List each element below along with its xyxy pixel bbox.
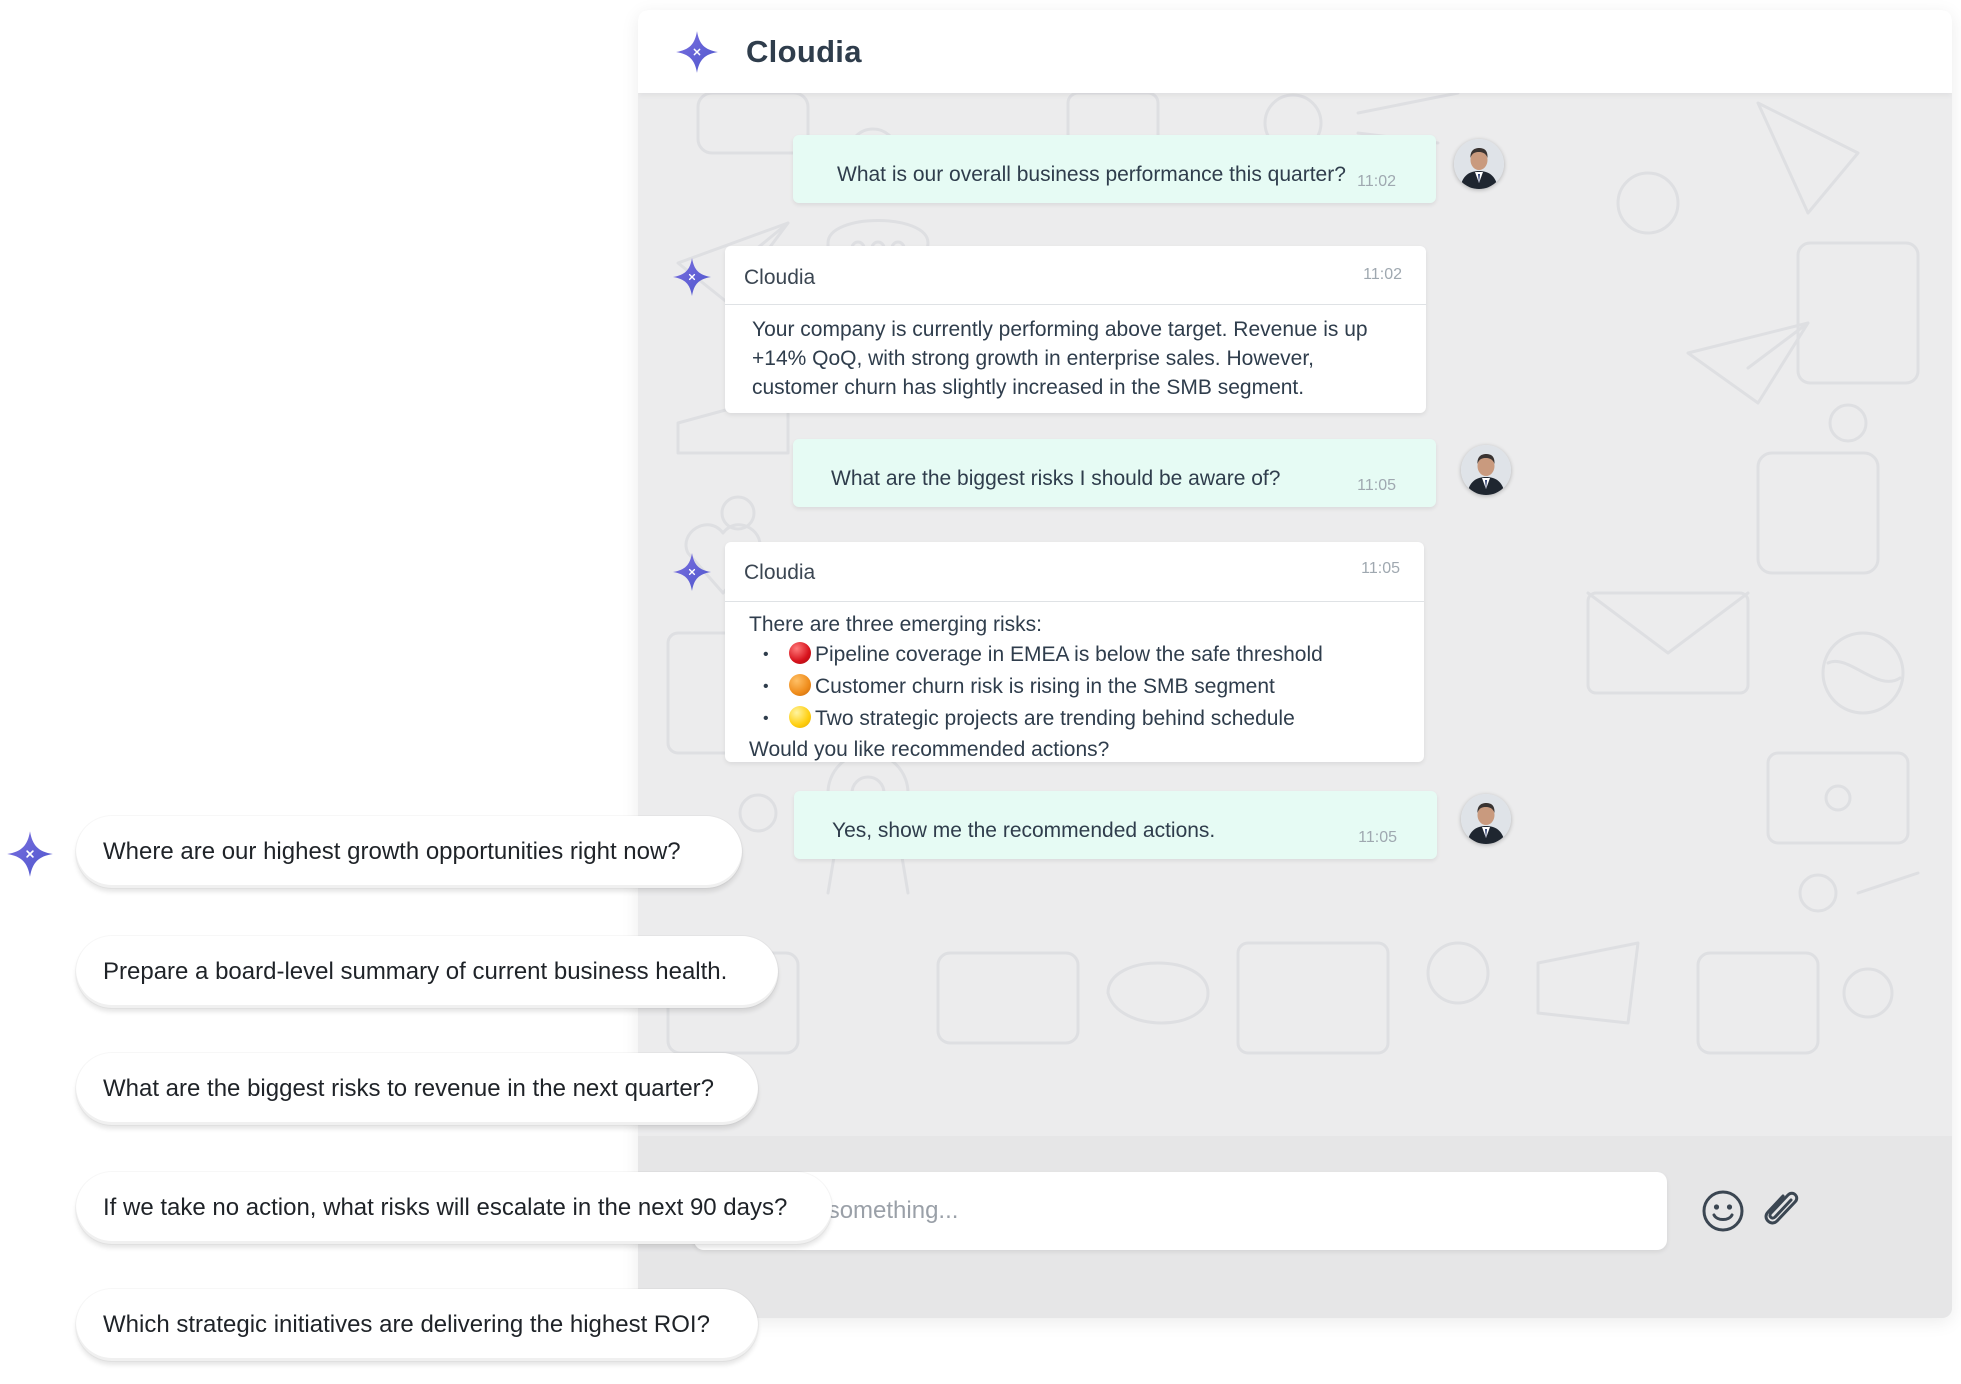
avatar[interactable] bbox=[1461, 794, 1511, 844]
suggestion-chip[interactable]: Which strategic initiatives are deliveri… bbox=[76, 1289, 758, 1361]
chat-header: Cloudia bbox=[638, 10, 1952, 93]
message-input[interactable] bbox=[694, 1172, 1667, 1250]
message-sender: Cloudia bbox=[744, 561, 816, 584]
four-point-star-icon bbox=[672, 257, 712, 297]
red-circle-icon bbox=[789, 642, 811, 664]
orange-circle-icon bbox=[789, 674, 811, 696]
message-outro: Would you like recommended actions? bbox=[749, 738, 1110, 761]
message-text: What is our overall business performance… bbox=[837, 163, 1346, 186]
risk-list: • Pipeline coverage in EMEA is below the… bbox=[749, 639, 1400, 735]
message-text: What are the biggest risks I should be a… bbox=[831, 467, 1281, 490]
user-message: What are the biggest risks I should be a… bbox=[793, 439, 1436, 507]
suggestion-chip[interactable]: Prepare a board-level summary of current… bbox=[76, 936, 778, 1008]
risk-text: Pipeline coverage in EMEA is below the s… bbox=[815, 643, 1323, 666]
chat-window: Cloudia What is our overall business per… bbox=[638, 10, 1952, 1318]
four-point-star-icon bbox=[6, 830, 54, 878]
user-avatar-icon bbox=[1461, 794, 1511, 844]
risk-text: Two strategic projects are trending behi… bbox=[815, 707, 1295, 730]
list-item: • Customer churn risk is rising in the S… bbox=[763, 674, 1275, 698]
message-body: There are three emerging risks: • Pipeli… bbox=[749, 610, 1400, 764]
user-message: What is our overall business performance… bbox=[793, 135, 1436, 203]
message-text: Your company is currently performing abo… bbox=[752, 318, 1368, 399]
risk-text: Customer churn risk is rising in the SMB… bbox=[815, 675, 1275, 698]
message-time: 11:05 bbox=[1357, 477, 1396, 494]
bot-message-header: Cloudia 11:02 bbox=[725, 246, 1426, 305]
message-time: 11:02 bbox=[1363, 266, 1402, 283]
avatar[interactable] bbox=[1454, 139, 1504, 189]
suggestion-chip[interactable]: If we take no action, what risks will es… bbox=[76, 1172, 832, 1244]
message-composer bbox=[638, 1136, 1952, 1318]
suggestion-chip[interactable]: Where are our highest growth opportuniti… bbox=[76, 816, 742, 888]
user-avatar-icon bbox=[1461, 445, 1511, 495]
message-text: Yes, show me the recommended actions. bbox=[832, 819, 1216, 842]
bot-message-header: Cloudia 11:05 bbox=[725, 542, 1424, 602]
message-sender: Cloudia bbox=[744, 266, 816, 289]
user-message: Yes, show me the recommended actions. 11… bbox=[794, 791, 1437, 859]
bot-message: Cloudia 11:05 There are three emerging r… bbox=[725, 542, 1424, 762]
message-time: 11:05 bbox=[1358, 829, 1397, 846]
four-point-star-icon bbox=[675, 30, 719, 74]
smiley-icon[interactable] bbox=[1700, 1188, 1746, 1234]
message-time: 11:05 bbox=[1361, 560, 1400, 577]
app-title: Cloudia bbox=[746, 34, 862, 69]
message-intro: There are three emerging risks: bbox=[749, 613, 1042, 636]
message-list[interactable]: What is our overall business performance… bbox=[638, 93, 1952, 1146]
user-avatar-icon bbox=[1454, 139, 1504, 189]
four-point-star-icon bbox=[672, 552, 712, 592]
avatar[interactable] bbox=[1461, 445, 1511, 495]
message-time: 11:02 bbox=[1357, 173, 1396, 190]
suggestion-chip[interactable]: What are the biggest risks to revenue in… bbox=[76, 1053, 758, 1125]
list-item: • Two strategic projects are trending be… bbox=[763, 706, 1295, 730]
list-item: • Pipeline coverage in EMEA is below the… bbox=[763, 642, 1323, 666]
paperclip-icon[interactable] bbox=[1758, 1186, 1804, 1232]
yellow-circle-icon bbox=[789, 706, 811, 728]
bot-message: Cloudia 11:02 Your company is currently … bbox=[725, 246, 1426, 413]
